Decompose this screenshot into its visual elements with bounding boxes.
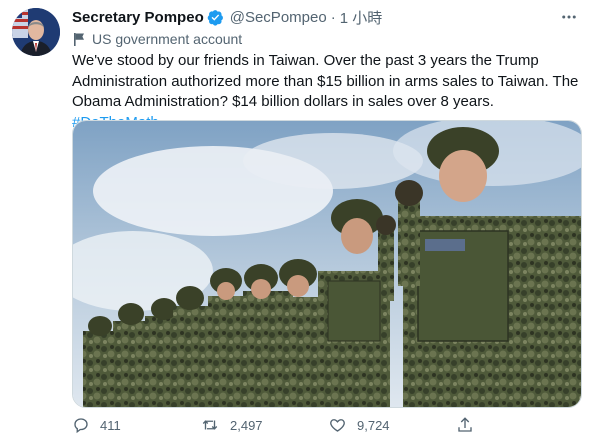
retweet-icon [202,420,218,430]
retweet-button[interactable]: 2,497 [200,416,328,434]
share-icon [458,417,472,432]
reply-icon [74,418,88,434]
account-label-text: US government account [92,31,243,47]
avatar[interactable] [12,8,60,56]
reply-button[interactable]: 411 [72,416,200,434]
timestamp[interactable]: 1 小時 [340,7,383,28]
retweet-count: 2,497 [230,417,263,433]
like-button[interactable]: 9,724 [328,416,456,434]
reply-count: 411 [100,417,121,433]
separator-dot: · [330,8,336,26]
tweet-actions: 411 2,497 9,724 [72,412,512,438]
flag-icon [74,32,84,46]
like-count: 9,724 [357,417,390,433]
tweet-header: Secretary Pompeo @SecPompeo · 1 小時 [72,6,582,28]
tweet-text-body: We've stood by our friends in Taiwan. Ov… [72,52,579,110]
government-account-label[interactable]: US government account [72,29,242,49]
author-handle[interactable]: @SecPompeo [230,9,327,26]
author-name[interactable]: Secretary Pompeo [72,9,204,26]
share-button[interactable] [456,416,484,434]
verified-badge-icon [207,9,224,26]
tweet-photo[interactable] [72,120,582,408]
tweet[interactable]: Secretary Pompeo @SecPompeo · 1 小時 US go… [0,0,592,443]
more-icon[interactable] [556,6,582,28]
like-icon [330,419,345,432]
